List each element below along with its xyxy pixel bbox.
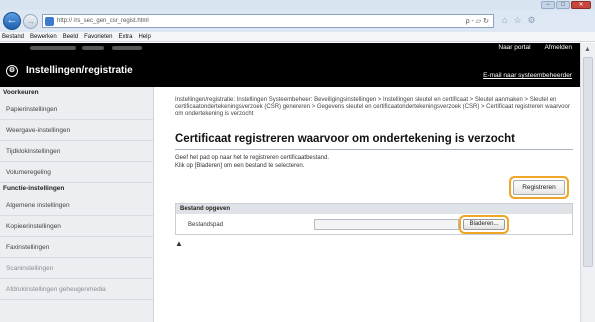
title-divider (175, 149, 573, 150)
scrollbar-thumb[interactable] (583, 57, 593, 267)
redacted-device-id (82, 46, 104, 50)
email-admin-link[interactable]: E-mail naar systeembeheerder (483, 72, 572, 79)
menu-item-beeld[interactable]: Beeld (63, 32, 78, 41)
sidebar: Voorkeuren Papierinstellingen Weergave-i… (0, 87, 154, 322)
sidebar-item-geheugenmedia[interactable]: Afdrukinstellingen geheugenmedia (0, 279, 153, 300)
address-bar[interactable]: http:// /rs_sec_gen_csr_regist.html ρ - … (42, 14, 494, 28)
app-title: Instellingen/registratie (26, 65, 133, 76)
page-favicon-icon (45, 17, 54, 26)
instruction-line-2: Klik op [Bladeren] om een bestand te sel… (175, 163, 305, 169)
address-tools-icon[interactable]: ρ - ▱ ↻ (466, 17, 489, 25)
file-panel-heading: Bestand opgeven (176, 204, 572, 214)
gear-icon[interactable]: ⚙ (528, 15, 536, 26)
menu-item-favorieten[interactable]: Favorieten (84, 32, 112, 41)
menu-item-help[interactable]: Help (138, 32, 150, 41)
forward-arrow-icon[interactable]: → (23, 14, 38, 29)
browser-toolbar-icons: ⌂ ☆ ⚙ (502, 15, 536, 26)
menu-item-extra[interactable]: Extra (118, 32, 132, 41)
minimize-button[interactable]: − (541, 1, 555, 9)
file-path-input[interactable] (314, 219, 459, 230)
settings-logo-icon: ⚙ (6, 65, 18, 77)
sidebar-item-tijdklok[interactable]: Tijdklokinstellingen (0, 141, 153, 162)
instructions: Geef het pad op naar het te registreren … (175, 154, 329, 170)
app-topbar: Naar portal Afmelden (0, 43, 580, 53)
register-button[interactable]: Registreren (513, 180, 565, 195)
page-title: Certificaat registreren waarvoor om onde… (175, 133, 515, 145)
browser-navbar: ← → http:// /rs_sec_gen_csr_regist.html … (0, 10, 595, 32)
header-links: Naar portal Afmelden (498, 44, 572, 51)
redacted-device-name (30, 46, 76, 50)
close-button[interactable]: ✕ (571, 1, 591, 9)
sidebar-item-weergave[interactable]: Weergave-instellingen (0, 120, 153, 141)
app-header: ⚙ Instellingen/registratie E-mail naar s… (0, 53, 580, 87)
window-controls: − □ ✕ (541, 1, 591, 9)
sidebar-section-functie: Functie-instellingen (3, 185, 65, 192)
browser-menubar: Bestand Bewerken Beeld Favorieten Extra … (0, 32, 595, 42)
sidebar-item-fax[interactable]: Faxinstellingen (0, 237, 153, 258)
breadcrumb: Instellingen/registratie: Instellingen S… (175, 97, 570, 117)
sidebar-item-scan[interactable]: Scaninstellingen (0, 258, 153, 279)
back-to-top-icon[interactable]: ▲ (175, 239, 183, 248)
menu-item-bestand[interactable]: Bestand (2, 32, 24, 41)
portal-link[interactable]: Naar portal (498, 44, 530, 51)
logout-link[interactable]: Afmelden (545, 44, 572, 51)
window-titlebar: − □ ✕ (0, 0, 595, 10)
vertical-scrollbar[interactable]: ▲ (580, 43, 595, 322)
home-icon[interactable]: ⌂ (502, 15, 507, 26)
scroll-up-icon[interactable]: ▲ (584, 46, 591, 53)
instruction-line-1: Geef het pad op naar het te registreren … (175, 155, 330, 161)
sidebar-section-voorkeuren: Voorkeuren (3, 89, 39, 96)
file-panel: Bestand opgeven Bestandspad Bladeren... (175, 203, 573, 235)
star-icon[interactable]: ☆ (513, 15, 521, 26)
back-arrow-icon[interactable]: ← (3, 12, 21, 30)
address-url: http:// /rs_sec_gen_csr_regist.html (57, 18, 149, 24)
redacted-device-address (112, 46, 142, 50)
maximize-button[interactable]: □ (556, 1, 570, 9)
browse-button[interactable]: Bladeren... (463, 219, 505, 230)
sidebar-item-algemeen[interactable]: Algemene instellingen (0, 195, 153, 216)
main-content: Instellingen/registratie: Instellingen S… (155, 87, 580, 322)
menu-item-bewerken[interactable]: Bewerken (30, 32, 57, 41)
file-path-label: Bestandspad (188, 222, 224, 228)
sidebar-item-kopieer[interactable]: Kopieerinstellingen (0, 216, 153, 237)
sidebar-item-papierinstellingen[interactable]: Papierinstellingen (0, 99, 153, 120)
sidebar-item-volume[interactable]: Volumeregeling (0, 162, 153, 183)
